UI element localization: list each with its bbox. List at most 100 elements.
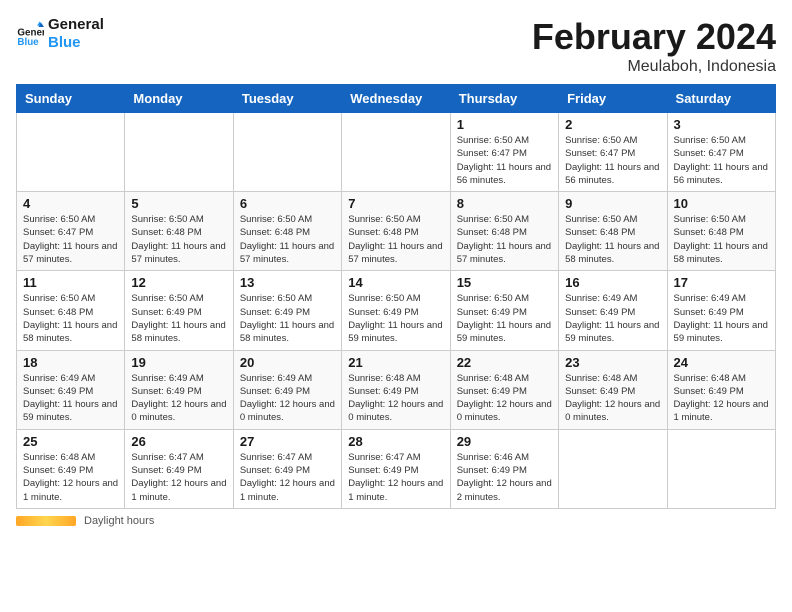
day-cell: 7 Sunrise: 6:50 AM Sunset: 6:48 PM Daylig… [342,192,450,271]
week-row-1: 1 Sunrise: 6:50 AM Sunset: 6:47 PM Daylig… [17,113,776,192]
day-number: 25 [23,434,118,449]
day-info: Sunrise: 6:50 AM Sunset: 6:48 PM Dayligh… [131,213,226,266]
day-number: 23 [565,355,660,370]
day-cell: 8 Sunrise: 6:50 AM Sunset: 6:48 PM Daylig… [450,192,558,271]
day-number: 8 [457,196,552,211]
svg-text:Blue: Blue [17,37,39,48]
day-info: Sunrise: 6:50 AM Sunset: 6:48 PM Dayligh… [457,213,552,266]
day-info: Sunrise: 6:48 AM Sunset: 6:49 PM Dayligh… [674,372,769,425]
calendar-title: February 2024 [532,16,776,58]
day-cell: 26 Sunrise: 6:47 AM Sunset: 6:49 PM Dayli… [125,429,233,508]
day-cell: 10 Sunrise: 6:50 AM Sunset: 6:48 PM Dayli… [667,192,775,271]
day-cell: 25 Sunrise: 6:48 AM Sunset: 6:49 PM Dayli… [17,429,125,508]
day-cell: 14 Sunrise: 6:50 AM Sunset: 6:49 PM Dayli… [342,271,450,350]
day-number: 9 [565,196,660,211]
day-cell: 9 Sunrise: 6:50 AM Sunset: 6:48 PM Daylig… [559,192,667,271]
day-number: 16 [565,275,660,290]
day-info: Sunrise: 6:49 AM Sunset: 6:49 PM Dayligh… [674,292,769,345]
day-number: 21 [348,355,443,370]
daylight-label: Daylight hours [84,515,154,527]
day-info: Sunrise: 6:48 AM Sunset: 6:49 PM Dayligh… [23,451,118,504]
column-header-thursday: Thursday [450,85,558,113]
footer-note: Daylight hours [16,515,776,527]
day-info: Sunrise: 6:48 AM Sunset: 6:49 PM Dayligh… [348,372,443,425]
day-info: Sunrise: 6:50 AM Sunset: 6:49 PM Dayligh… [131,292,226,345]
logo: General Blue General Blue [16,16,104,52]
day-number: 14 [348,275,443,290]
day-info: Sunrise: 6:50 AM Sunset: 6:49 PM Dayligh… [348,292,443,345]
page-header: General Blue General Blue February 2024 … [16,16,776,76]
day-info: Sunrise: 6:50 AM Sunset: 6:47 PM Dayligh… [23,213,118,266]
day-cell: 2 Sunrise: 6:50 AM Sunset: 6:47 PM Daylig… [559,113,667,192]
column-header-wednesday: Wednesday [342,85,450,113]
day-cell: 19Sunrise: 6:49 AM Sunset: 6:49 PM Dayli… [125,350,233,429]
day-cell: 1Sunrise: 6:50 AM Sunset: 6:47 PM Daylig… [450,113,558,192]
day-info: Sunrise: 6:46 AM Sunset: 6:49 PM Dayligh… [457,451,552,504]
column-header-monday: Monday [125,85,233,113]
day-info: Sunrise: 6:47 AM Sunset: 6:49 PM Dayligh… [131,451,226,504]
day-cell: 27 Sunrise: 6:47 AM Sunset: 6:49 PM Dayli… [233,429,341,508]
day-cell: 13Sunrise: 6:50 AM Sunset: 6:49 PM Dayli… [233,271,341,350]
day-number: 4 [23,196,118,211]
week-row-4: 18 Sunrise: 6:49 AM Sunset: 6:49 PM Dayli… [17,350,776,429]
day-info: Sunrise: 6:50 AM Sunset: 6:48 PM Dayligh… [565,213,660,266]
day-info: Sunrise: 6:50 AM Sunset: 6:48 PM Dayligh… [348,213,443,266]
day-cell [233,113,341,192]
day-number: 20 [240,355,335,370]
column-header-sunday: Sunday [17,85,125,113]
day-info: Sunrise: 6:49 AM Sunset: 6:49 PM Dayligh… [240,372,335,425]
day-number: 1 [457,117,552,132]
day-info: Sunrise: 6:47 AM Sunset: 6:49 PM Dayligh… [240,451,335,504]
calendar-title-section: February 2024 Meulaboh, Indonesia [532,16,776,76]
day-info: Sunrise: 6:50 AM Sunset: 6:48 PM Dayligh… [674,213,769,266]
day-number: 26 [131,434,226,449]
week-row-2: 4 Sunrise: 6:50 AM Sunset: 6:47 PM Daylig… [17,192,776,271]
week-row-3: 11 Sunrise: 6:50 AM Sunset: 6:48 PM Dayli… [17,271,776,350]
calendar-subtitle: Meulaboh, Indonesia [532,58,776,76]
calendar-table: SundayMondayTuesdayWednesdayThursdayFrid… [16,84,776,509]
logo-blue-text: Blue [48,34,104,52]
day-number: 27 [240,434,335,449]
day-info: Sunrise: 6:50 AM Sunset: 6:49 PM Dayligh… [457,292,552,345]
day-cell: 29Sunrise: 6:46 AM Sunset: 6:49 PM Dayli… [450,429,558,508]
day-number: 6 [240,196,335,211]
calendar-header-row: SundayMondayTuesdayWednesdayThursdayFrid… [17,85,776,113]
day-info: Sunrise: 6:50 AM Sunset: 6:47 PM Dayligh… [674,134,769,187]
day-info: Sunrise: 6:49 AM Sunset: 6:49 PM Dayligh… [23,372,118,425]
day-cell: 20 Sunrise: 6:49 AM Sunset: 6:49 PM Dayli… [233,350,341,429]
column-header-tuesday: Tuesday [233,85,341,113]
week-row-5: 25 Sunrise: 6:48 AM Sunset: 6:49 PM Dayli… [17,429,776,508]
day-info: Sunrise: 6:50 AM Sunset: 6:48 PM Dayligh… [23,292,118,345]
day-cell: 12 Sunrise: 6:50 AM Sunset: 6:49 PM Dayli… [125,271,233,350]
day-info: Sunrise: 6:49 AM Sunset: 6:49 PM Dayligh… [565,292,660,345]
column-header-saturday: Saturday [667,85,775,113]
logo-general-text: General [48,16,104,34]
day-number: 18 [23,355,118,370]
day-cell: 16 Sunrise: 6:49 AM Sunset: 6:49 PM Dayli… [559,271,667,350]
day-cell: 18 Sunrise: 6:49 AM Sunset: 6:49 PM Dayli… [17,350,125,429]
daylight-bar-icon [16,516,76,526]
day-number: 5 [131,196,226,211]
day-info: Sunrise: 6:48 AM Sunset: 6:49 PM Dayligh… [565,372,660,425]
day-number: 12 [131,275,226,290]
day-number: 11 [23,275,118,290]
day-number: 17 [674,275,769,290]
day-number: 15 [457,275,552,290]
day-cell: 17 Sunrise: 6:49 AM Sunset: 6:49 PM Dayli… [667,271,775,350]
day-info: Sunrise: 6:50 AM Sunset: 6:48 PM Dayligh… [240,213,335,266]
day-cell: 15 Sunrise: 6:50 AM Sunset: 6:49 PM Dayli… [450,271,558,350]
day-number: 7 [348,196,443,211]
day-info: Sunrise: 6:50 AM Sunset: 6:47 PM Dayligh… [565,134,660,187]
day-cell: 24Sunrise: 6:48 AM Sunset: 6:49 PM Dayli… [667,350,775,429]
day-number: 22 [457,355,552,370]
day-cell [342,113,450,192]
day-cell: 22Sunrise: 6:48 AM Sunset: 6:49 PM Dayli… [450,350,558,429]
day-cell: 11 Sunrise: 6:50 AM Sunset: 6:48 PM Dayli… [17,271,125,350]
day-number: 2 [565,117,660,132]
day-cell [667,429,775,508]
day-cell: 5 Sunrise: 6:50 AM Sunset: 6:48 PM Daylig… [125,192,233,271]
column-header-friday: Friday [559,85,667,113]
day-cell [125,113,233,192]
day-info: Sunrise: 6:49 AM Sunset: 6:49 PM Dayligh… [131,372,226,425]
day-number: 10 [674,196,769,211]
